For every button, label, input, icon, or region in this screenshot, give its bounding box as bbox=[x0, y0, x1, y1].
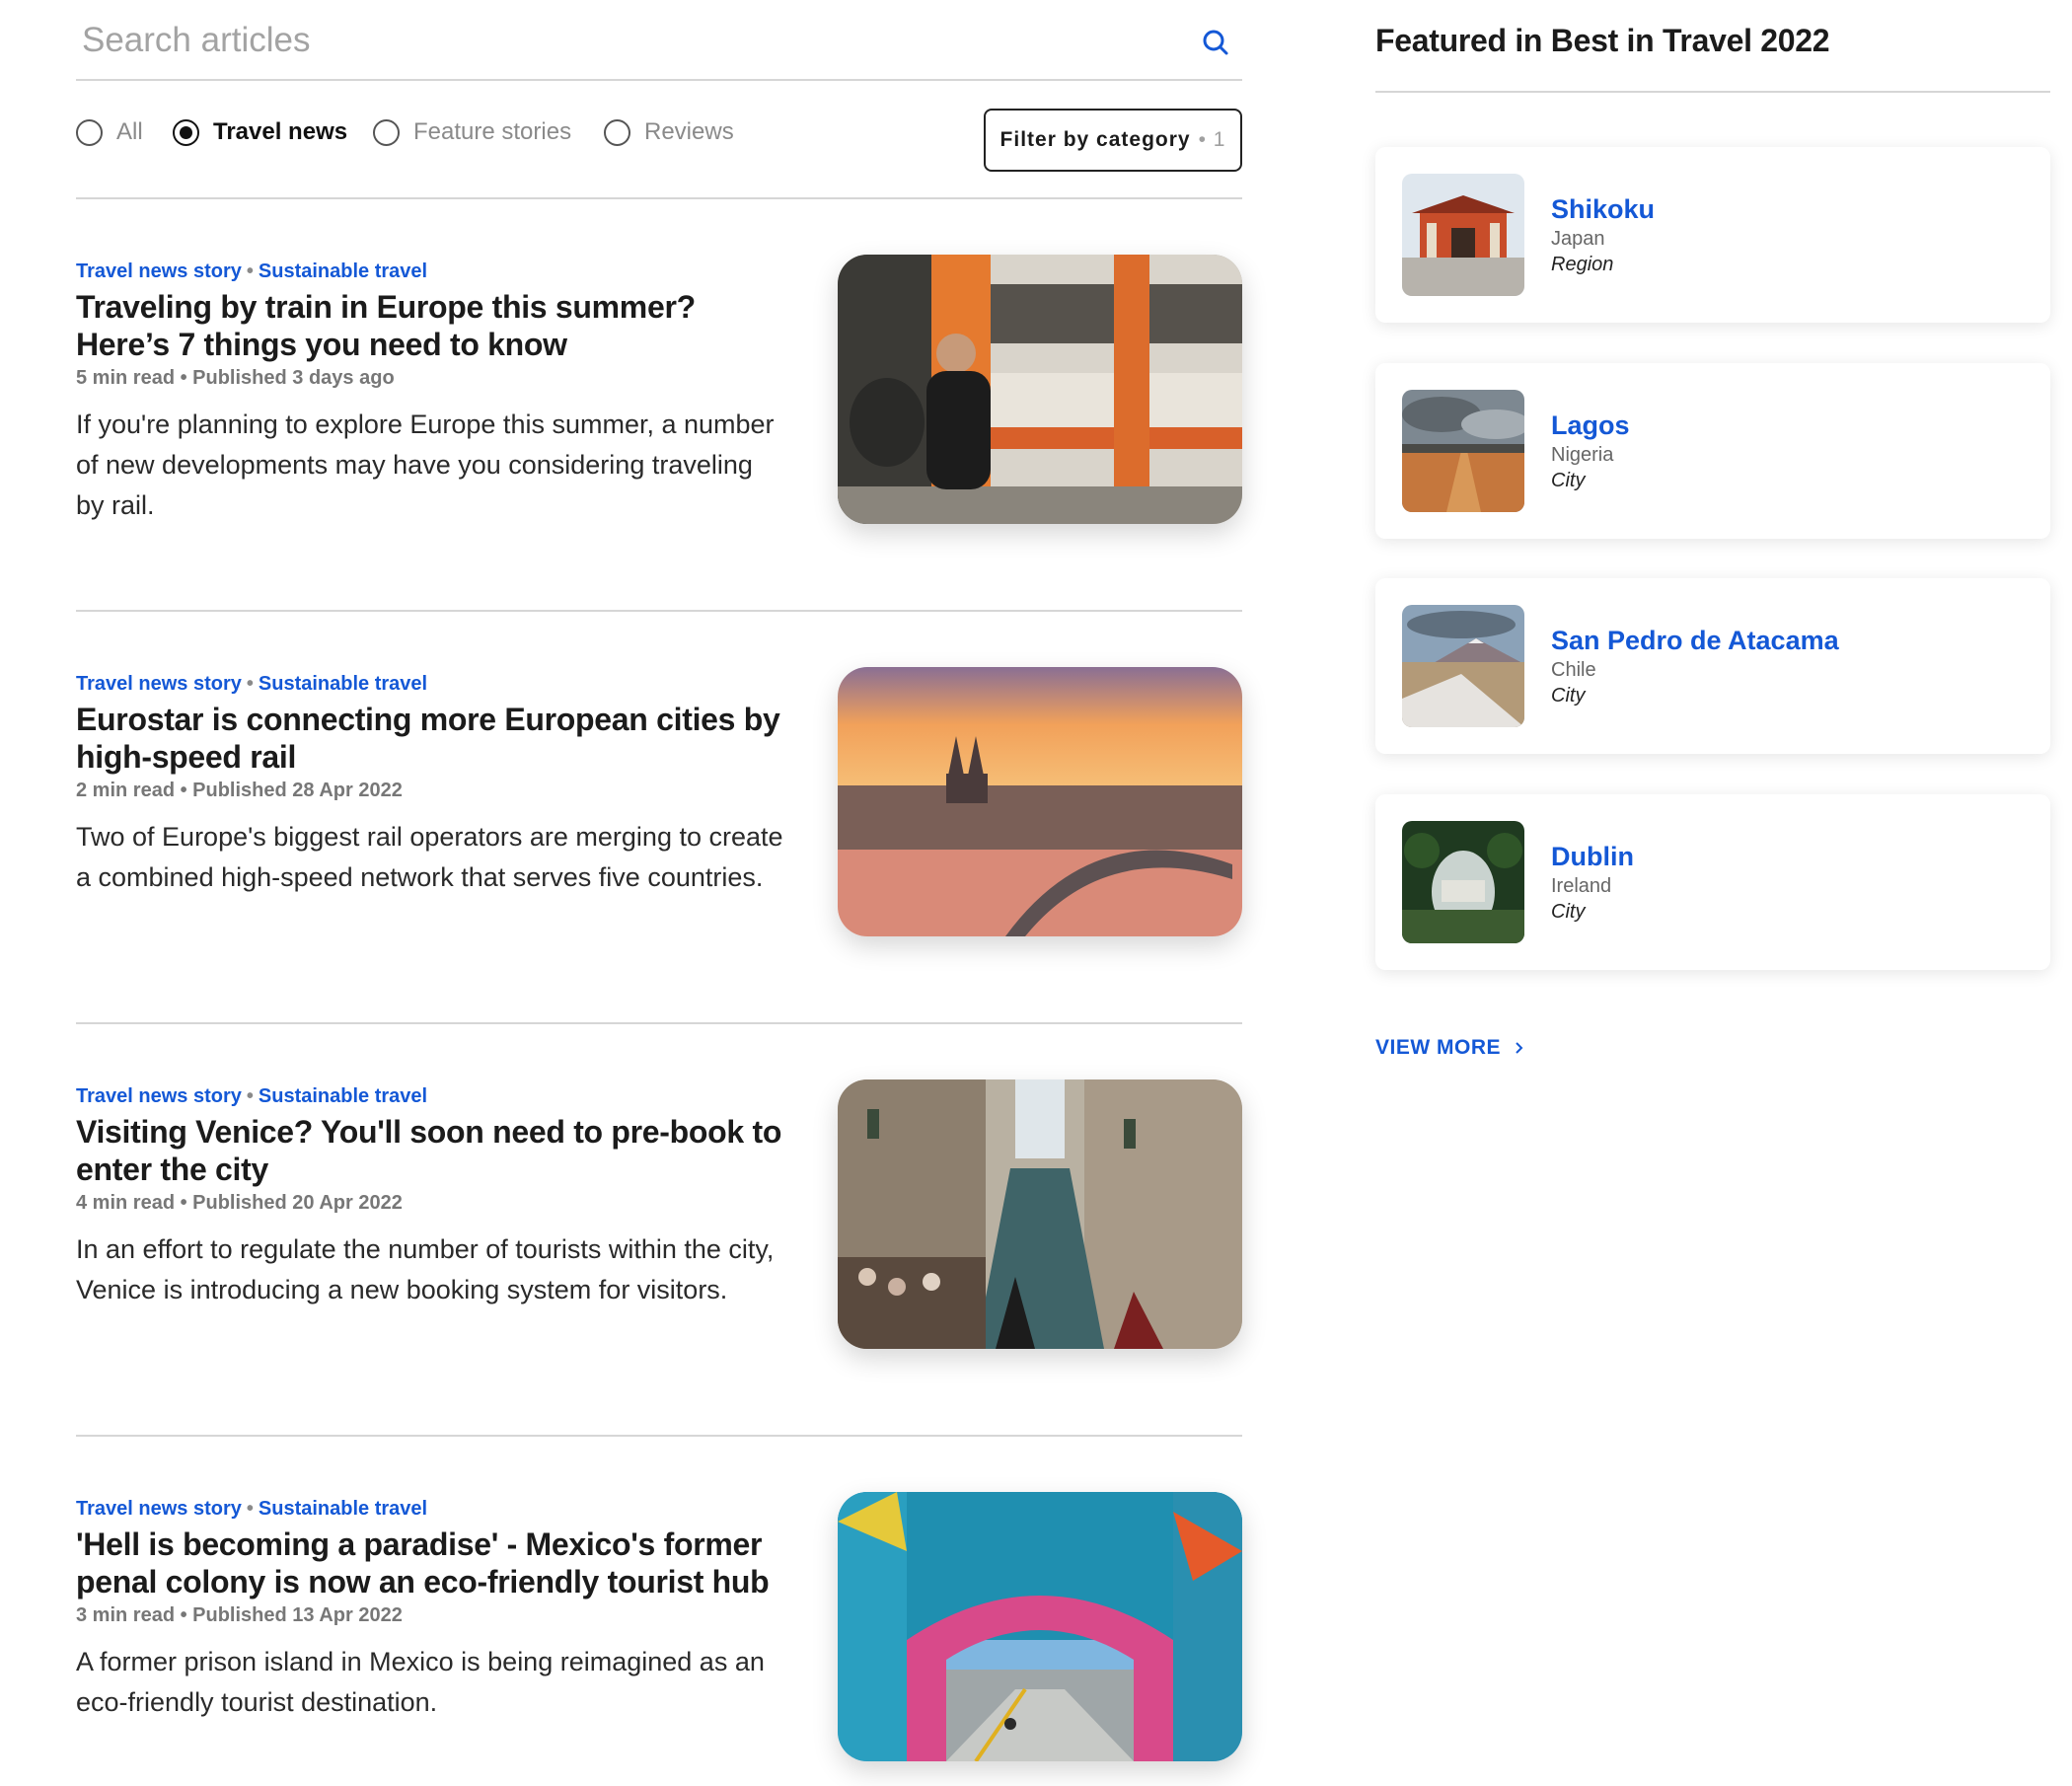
view-more-label: VIEW MORE bbox=[1375, 1036, 1502, 1059]
place-info: San Pedro de Atacama Chile City bbox=[1551, 624, 1839, 709]
filter-button-label: Filter by category bbox=[999, 128, 1191, 151]
sidebar-title: Featured in Best in Travel 2022 bbox=[1375, 0, 2050, 93]
view-more-link[interactable]: VIEW MORE bbox=[1375, 1036, 1524, 1060]
chevron-right-icon bbox=[1516, 1042, 1523, 1054]
place-info: Lagos Nigeria City bbox=[1551, 409, 1630, 494]
place-info: Shikoku Japan Region bbox=[1551, 192, 1655, 278]
search-input[interactable] bbox=[82, 16, 1147, 65]
place-country: Nigeria bbox=[1551, 444, 1614, 466]
place-country: Ireland bbox=[1551, 875, 1612, 897]
article-meta: 3 min read • Published 13 Apr 2022 bbox=[76, 1604, 403, 1626]
search-bar bbox=[76, 0, 1242, 81]
article-meta: 4 min read • Published 20 Apr 2022 bbox=[76, 1192, 403, 1214]
place-image-lagos bbox=[1402, 390, 1524, 512]
place-type: City bbox=[1551, 685, 1586, 707]
search-icon[interactable] bbox=[1201, 28, 1230, 57]
place-type: City bbox=[1551, 901, 1586, 923]
radio-circle[interactable] bbox=[604, 118, 630, 146]
article-text: Travel news story • Sustainable travel Eur… bbox=[76, 669, 786, 898]
tag-sustainable-travel[interactable]: Sustainable travel bbox=[259, 260, 427, 282]
radio-label: All bbox=[116, 118, 143, 145]
radio-feature-stories[interactable]: Feature stories bbox=[373, 118, 571, 146]
article-title[interactable]: Eurostar is connecting more European cit… bbox=[76, 701, 786, 776]
article-tags: Travel news story • Sustainable travel bbox=[76, 1081, 786, 1111]
article-image-cologne[interactable] bbox=[838, 667, 1242, 936]
radio-reviews[interactable]: Reviews bbox=[604, 118, 734, 146]
place-image-dublin bbox=[1402, 821, 1524, 943]
tag-travel-news-story[interactable]: Travel news story bbox=[76, 673, 242, 695]
tag-travel-news-story[interactable]: Travel news story bbox=[76, 1085, 242, 1107]
article-title[interactable]: Traveling by train in Europe this summer… bbox=[76, 288, 786, 363]
place-image-atacama bbox=[1402, 605, 1524, 727]
article-meta: 2 min read • Published 28 Apr 2022 bbox=[76, 780, 403, 801]
place-country: Japan bbox=[1551, 228, 1605, 250]
featured-place-card[interactable]: Dublin Ireland City bbox=[1375, 794, 2050, 970]
place-name[interactable]: Shikoku bbox=[1551, 192, 1655, 226]
tag-travel-news-story[interactable]: Travel news story bbox=[76, 1498, 242, 1520]
radio-travel-news[interactable]: Travel news bbox=[173, 118, 347, 146]
article-tags: Travel news story • Sustainable travel bbox=[76, 257, 786, 286]
place-info: Dublin Ireland City bbox=[1551, 840, 1634, 926]
article-card: Travel news story • Sustainable travel Tra… bbox=[76, 199, 1242, 612]
articles-column: All Travel news Feature stories Reviews … bbox=[76, 0, 1242, 1786]
featured-sidebar: Featured in Best in Travel 2022 Shikoku … bbox=[1375, 0, 2050, 1059]
filter-row: All Travel news Feature stories Reviews … bbox=[76, 81, 1242, 199]
tag-separator: • bbox=[246, 1085, 254, 1107]
tag-sustainable-travel[interactable]: Sustainable travel bbox=[259, 1085, 427, 1107]
radio-label: Feature stories bbox=[413, 118, 572, 145]
place-name[interactable]: San Pedro de Atacama bbox=[1551, 624, 1839, 657]
article-tags: Travel news story • Sustainable travel bbox=[76, 669, 786, 699]
article-text: Travel news story • Sustainable travel 'He… bbox=[76, 1494, 786, 1723]
tag-travel-news-story[interactable]: Travel news story bbox=[76, 260, 242, 282]
article-image-mexico-arch[interactable] bbox=[838, 1492, 1242, 1761]
tag-separator: • bbox=[246, 1498, 254, 1520]
article-card: Travel news story • Sustainable travel Vis… bbox=[76, 1024, 1242, 1437]
featured-place-card[interactable]: Shikoku Japan Region bbox=[1375, 147, 2050, 323]
article-image-venice[interactable] bbox=[838, 1079, 1242, 1349]
place-name[interactable]: Lagos bbox=[1551, 409, 1630, 442]
radio-circle[interactable] bbox=[373, 118, 400, 146]
article-description: Two of Europe's biggest rail operators a… bbox=[76, 822, 783, 892]
radio-label: Travel news bbox=[213, 118, 348, 145]
article-description: A former prison island in Mexico is bein… bbox=[76, 1647, 765, 1717]
article-tags: Travel news story • Sustainable travel bbox=[76, 1494, 786, 1524]
radio-all[interactable]: All bbox=[76, 118, 143, 146]
place-name[interactable]: Dublin bbox=[1551, 840, 1634, 873]
radio-circle[interactable] bbox=[173, 118, 199, 146]
article-image-train[interactable] bbox=[838, 255, 1242, 524]
tag-sustainable-travel[interactable]: Sustainable travel bbox=[259, 1498, 427, 1520]
article-title[interactable]: Visiting Venice? You'll soon need to pre… bbox=[76, 1113, 786, 1188]
place-type: Region bbox=[1551, 254, 1614, 275]
article-card: Travel news story • Sustainable travel Eur… bbox=[76, 612, 1242, 1024]
filter-count-badge: • 1 bbox=[1198, 128, 1226, 151]
article-title[interactable]: 'Hell is becoming a paradise' - Mexico's… bbox=[76, 1526, 786, 1600]
article-meta: 5 min read • Published 3 days ago bbox=[76, 367, 395, 389]
filter-by-category-button[interactable]: Filter by category • 1 bbox=[984, 109, 1242, 172]
place-country: Chile bbox=[1551, 659, 1596, 681]
place-image-shikoku bbox=[1402, 174, 1524, 296]
tag-separator: • bbox=[246, 260, 254, 282]
tag-separator: • bbox=[246, 673, 254, 695]
article-description: In an effort to regulate the number of t… bbox=[76, 1234, 775, 1304]
featured-place-card[interactable]: Lagos Nigeria City bbox=[1375, 363, 2050, 539]
tag-sustainable-travel[interactable]: Sustainable travel bbox=[259, 673, 427, 695]
article-description: If you're planning to explore Europe thi… bbox=[76, 409, 775, 520]
place-type: City bbox=[1551, 470, 1586, 491]
article-text: Travel news story • Sustainable travel Tra… bbox=[76, 257, 786, 526]
radio-circle[interactable] bbox=[76, 118, 103, 146]
featured-place-card[interactable]: San Pedro de Atacama Chile City bbox=[1375, 578, 2050, 754]
article-card: Travel news story • Sustainable travel 'He… bbox=[76, 1437, 1242, 1786]
radio-label: Reviews bbox=[644, 118, 734, 145]
article-text: Travel news story • Sustainable travel Vis… bbox=[76, 1081, 786, 1310]
